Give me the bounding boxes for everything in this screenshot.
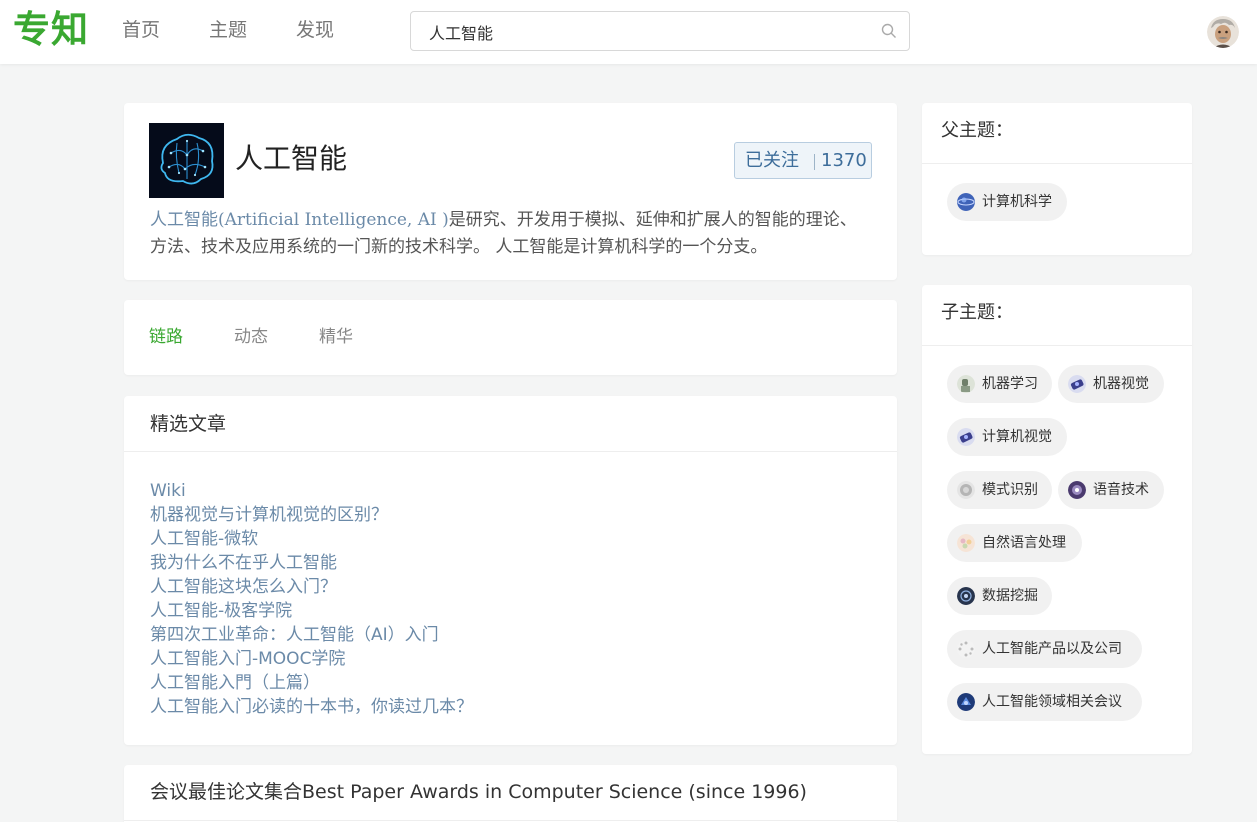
chip-label: 人工智能领域相关会议 <box>982 694 1122 710</box>
article-link[interactable]: 人工智能-微软 <box>150 527 473 551</box>
follow-separator <box>814 154 815 170</box>
topic-chip-ai-conferences[interactable]: 人工智能领域相关会议 <box>947 683 1142 721</box>
search-input[interactable] <box>429 20 869 44</box>
article-link[interactable]: 第四次工业革命：人工智能（AI）入门 <box>150 623 473 647</box>
topic-tabs: 链路 动态 精华 <box>124 300 897 375</box>
topic-description: 人工智能(Artificial Intelligence, AI )是研究、开发… <box>150 207 870 261</box>
pattern-icon <box>957 481 975 499</box>
nav-discover[interactable]: 发现 <box>296 17 334 43</box>
best-paper-card: 会议最佳论文集合Best Paper Awards in Computer Sc… <box>124 765 897 822</box>
chip-label: 机器视觉 <box>1093 376 1149 392</box>
topic-chip-computer-science[interactable]: 计算机科学 <box>947 183 1067 221</box>
topic-card: 人工智能 已关注 1370 人工智能(Artificial Intelligen… <box>124 103 897 280</box>
chip-label: 机器学习 <box>982 376 1038 392</box>
topic-chip-data-mining[interactable]: 数据挖掘 <box>947 577 1052 615</box>
tab-highlights[interactable]: 精华 <box>319 326 353 348</box>
topic-chip-machine-learning[interactable]: 机器学习 <box>947 365 1052 403</box>
divider <box>922 163 1192 164</box>
tab-links[interactable]: 链路 <box>149 326 183 348</box>
article-link[interactable]: 人工智能这块怎么入门？ <box>150 575 473 599</box>
divider <box>124 451 897 452</box>
topic-title: 人工智能 <box>235 142 348 175</box>
topic-chip-ai-products[interactable]: 人工智能产品以及公司 <box>947 630 1142 668</box>
camera-icon <box>1068 375 1086 393</box>
chip-label: 模式识别 <box>982 482 1038 498</box>
top-navbar: 专知 首页 主题 发现 <box>0 0 1257 64</box>
conference-icon <box>957 693 975 711</box>
chip-label: 语音技术 <box>1093 482 1149 498</box>
parent-topics-card: 父主题： 计算机科学 <box>922 103 1192 255</box>
article-link[interactable]: 人工智能入门必读的十本书，你读过几本？ <box>150 695 473 719</box>
divider <box>922 345 1192 346</box>
divider <box>124 820 897 821</box>
article-list: Wiki 机器视觉与计算机视觉的区别？ 人工智能-微软 我为什么不在乎人工智能 … <box>150 479 473 719</box>
chip-label: 计算机视觉 <box>982 429 1052 445</box>
tab-activity[interactable]: 动态 <box>234 326 268 348</box>
topic-chip-computer-vision[interactable]: 计算机视觉 <box>947 418 1067 456</box>
chip-label: 自然语言处理 <box>982 535 1066 551</box>
search-box <box>410 11 910 51</box>
child-topics-title: 子主题： <box>941 302 1013 323</box>
nav-topics[interactable]: 主题 <box>209 17 247 43</box>
topic-image <box>149 123 224 198</box>
child-topics-card: 子主题： 机器学习 机器视觉 计算机视觉 模式识别 语音技术 自然语言处理 数据… <box>922 285 1192 754</box>
chip-label: 人工智能产品以及公司 <box>982 641 1122 657</box>
topic-chip-speech-technology[interactable]: 语音技术 <box>1058 471 1164 509</box>
search-icon[interactable] <box>881 23 897 39</box>
follower-count: 1370 <box>821 150 867 171</box>
language-icon <box>957 534 975 552</box>
sound-icon <box>1068 481 1086 499</box>
robot-icon <box>957 375 975 393</box>
globe-icon <box>957 193 975 211</box>
article-link[interactable]: 人工智能入门-MOOC学院 <box>150 647 473 671</box>
article-link[interactable]: 人工智能入門（上篇） <box>150 671 473 695</box>
article-link[interactable]: 我为什么不在乎人工智能 <box>150 551 473 575</box>
article-link[interactable]: Wiki <box>150 479 473 503</box>
data-icon <box>957 587 975 605</box>
chip-label: 计算机科学 <box>982 194 1052 210</box>
topic-chip-nlp[interactable]: 自然语言处理 <box>947 524 1082 562</box>
parent-topics-title: 父主题： <box>941 120 1013 141</box>
best-paper-title[interactable]: 会议最佳论文集合Best Paper Awards in Computer Sc… <box>150 779 807 805</box>
user-avatar[interactable] <box>1207 16 1239 48</box>
article-link[interactable]: 人工智能-极客学院 <box>150 599 473 623</box>
follow-label: 已关注 <box>745 150 799 171</box>
site-logo[interactable]: 专知 <box>13 8 89 52</box>
topic-chip-machine-vision[interactable]: 机器视觉 <box>1058 365 1164 403</box>
topic-desc-highlight: 人工智能(Artificial Intelligence, AI ) <box>150 210 449 230</box>
featured-title: 精选文章 <box>150 413 227 435</box>
chip-label: 数据挖掘 <box>982 588 1038 604</box>
product-icon <box>957 640 975 658</box>
nav-home[interactable]: 首页 <box>122 17 160 43</box>
topic-chip-pattern-recognition[interactable]: 模式识别 <box>947 471 1052 509</box>
featured-articles-card: 精选文章 Wiki 机器视觉与计算机视觉的区别？ 人工智能-微软 我为什么不在乎… <box>124 396 897 745</box>
follow-button[interactable]: 已关注 1370 <box>734 142 872 179</box>
camera-icon <box>957 428 975 446</box>
article-link[interactable]: 机器视觉与计算机视觉的区别？ <box>150 503 473 527</box>
